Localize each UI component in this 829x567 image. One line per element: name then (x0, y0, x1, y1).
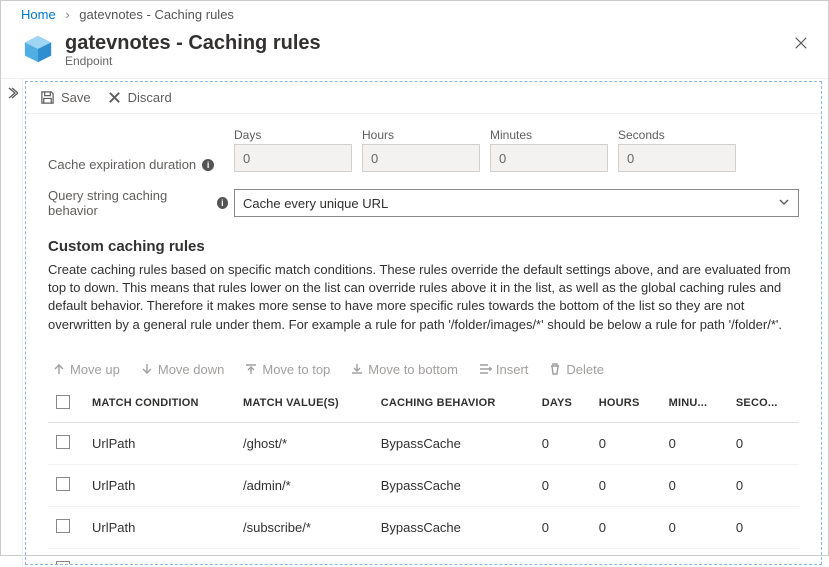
qs-select[interactable]: Cache every unique URL (234, 189, 799, 217)
col-days[interactable]: DAYS (534, 385, 591, 423)
hours-input[interactable] (362, 144, 480, 172)
cell-minutes: 0 (661, 506, 728, 548)
cell-seconds: 0 (728, 464, 799, 506)
breadcrumb-sep-icon: › (65, 7, 69, 22)
save-button[interactable]: Save (40, 90, 91, 105)
seconds-label: Seconds (618, 128, 736, 142)
cell-hours: 0 (591, 548, 661, 564)
days-label: Days (234, 128, 352, 142)
custom-description: Create caching rules based on specific m… (48, 261, 799, 334)
delete-button[interactable]: Delete (548, 362, 604, 377)
cell-value: /subscribe/* (235, 506, 373, 548)
insert-button[interactable]: Insert (478, 362, 529, 377)
minutes-input[interactable] (490, 144, 608, 172)
chevron-down-icon (778, 196, 790, 211)
movedown-button[interactable]: Move down (140, 362, 224, 377)
table-row[interactable]: UrlPath/subscribe/*BypassCache0000 (48, 506, 799, 548)
moveup-button[interactable]: Move up (52, 362, 120, 377)
table-row[interactable]: UrlPath/admin/*BypassCache0000 (48, 464, 799, 506)
save-label: Save (61, 90, 91, 105)
minutes-label: Minutes (490, 128, 608, 142)
info-icon[interactable]: i (217, 197, 228, 209)
col-minutes[interactable]: MINU... (661, 385, 728, 423)
hours-label: Hours (362, 128, 480, 142)
cell-hours: 0 (591, 464, 661, 506)
col-hours[interactable]: HOURS (591, 385, 661, 423)
cell-minutes: 0 (661, 548, 728, 564)
cell-condition: UrlPath (84, 506, 235, 548)
cell-behavior: BypassCache (373, 464, 534, 506)
duration-label: Cache expiration duration i (48, 157, 228, 172)
days-input[interactable] (234, 144, 352, 172)
movetop-button[interactable]: Move to top (244, 362, 330, 377)
page-title: gatevnotes - Caching rules (65, 32, 321, 54)
discard-button[interactable]: Discard (107, 90, 172, 105)
main-panel: Save Discard Cache expiration duration i… (25, 81, 822, 565)
cell-minutes: 0 (661, 422, 728, 464)
cell-value: /p/* (235, 548, 373, 564)
select-all-checkbox[interactable] (56, 395, 70, 409)
breadcrumb: Home › gatevnotes - Caching rules (1, 1, 828, 26)
rules-table: MATCH CONDITION MATCH VALUE(S) CACHING B… (48, 385, 799, 564)
breadcrumb-current: gatevnotes - Caching rules (79, 7, 234, 22)
close-button[interactable] (794, 34, 808, 55)
expand-panel-button[interactable] (1, 79, 23, 567)
page-subtitle: Endpoint (65, 54, 321, 68)
cell-days: 0 (534, 548, 591, 564)
cell-days: 0 (534, 506, 591, 548)
row-checkbox[interactable] (56, 519, 70, 533)
cell-minutes: 0 (661, 464, 728, 506)
cell-seconds: 0 (728, 422, 799, 464)
row-checkbox[interactable] (56, 435, 70, 449)
col-condition[interactable]: MATCH CONDITION (84, 385, 235, 423)
table-row[interactable]: UrlPath/ghost/*BypassCache0000 (48, 422, 799, 464)
table-toolbar: Move up Move down Move to top Move to bo… (48, 354, 799, 385)
header: gatevnotes - Caching rules Endpoint (1, 26, 828, 79)
discard-label: Discard (128, 90, 172, 105)
cell-hours: 0 (591, 422, 661, 464)
command-bar: Save Discard (26, 82, 821, 114)
movebottom-button[interactable]: Move to bottom (350, 362, 458, 377)
endpoint-icon (21, 32, 55, 66)
cell-condition: UrlPath (84, 422, 235, 464)
custom-heading: Custom caching rules (48, 238, 799, 255)
col-value[interactable]: MATCH VALUE(S) (235, 385, 373, 423)
table-row[interactable]: UrlPath/p/*BypassCache0000 (48, 548, 799, 564)
cell-days: 0 (534, 422, 591, 464)
cell-value: /ghost/* (235, 422, 373, 464)
col-behavior[interactable]: CACHING BEHAVIOR (373, 385, 534, 423)
cell-seconds: 0 (728, 506, 799, 548)
qs-value: Cache every unique URL (243, 196, 388, 211)
cell-days: 0 (534, 464, 591, 506)
cell-condition: UrlPath (84, 548, 235, 564)
cell-behavior: BypassCache (373, 548, 534, 564)
cell-behavior: BypassCache (373, 422, 534, 464)
col-seconds[interactable]: SECO... (728, 385, 799, 423)
cell-seconds: 0 (728, 548, 799, 564)
info-icon[interactable]: i (202, 159, 214, 171)
qs-label: Query string caching behavior i (48, 188, 228, 218)
scroll-area[interactable]: Cache expiration duration i Days Hours M… (26, 114, 821, 564)
cell-behavior: BypassCache (373, 506, 534, 548)
row-checkbox[interactable] (56, 477, 70, 491)
seconds-input[interactable] (618, 144, 736, 172)
breadcrumb-home[interactable]: Home (21, 7, 56, 22)
row-checkbox[interactable] (56, 561, 70, 564)
cell-value: /admin/* (235, 464, 373, 506)
cell-hours: 0 (591, 506, 661, 548)
cell-condition: UrlPath (84, 464, 235, 506)
